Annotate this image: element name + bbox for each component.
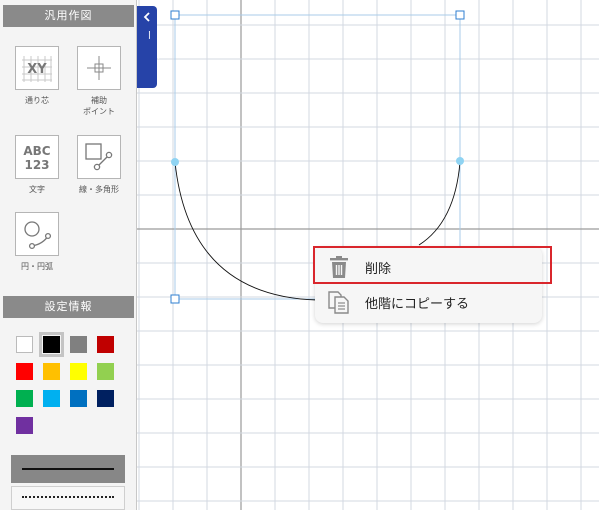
xy-grid-icon[interactable]: XY xyxy=(15,46,59,90)
selection-handle-top-left[interactable] xyxy=(170,10,180,20)
color-swatch[interactable] xyxy=(16,390,33,407)
arc-endpoint-left[interactable] xyxy=(171,158,179,166)
solid-line-preview xyxy=(22,468,114,470)
tool-grid-axis[interactable]: XY 通り芯 xyxy=(7,46,67,106)
dotted-line-preview xyxy=(22,496,114,498)
tool-text[interactable]: ABC 123 文字 xyxy=(7,135,67,195)
color-swatch[interactable] xyxy=(97,363,114,380)
color-swatch[interactable] xyxy=(70,336,87,353)
context-menu-copy-to-floor[interactable]: 他階にコピーする xyxy=(315,285,542,319)
copy-document-icon xyxy=(327,290,351,314)
app-window: 汎用作図 XY 通り芯 補助 ポイント ABC 123 文字 線・多角形 円・円… xyxy=(0,0,599,510)
tool-panel: 汎用作図 XY 通り芯 補助 ポイント ABC 123 文字 線・多角形 円・円… xyxy=(0,0,137,510)
tool-text-label: 文字 xyxy=(29,185,45,194)
tool-circle-arc[interactable]: 円・円弧 xyxy=(7,212,67,272)
selection-handle-top-right[interactable] xyxy=(455,10,465,20)
line-style-dotted[interactable] xyxy=(11,486,125,510)
color-swatch[interactable] xyxy=(16,336,33,353)
delete-highlight-frame xyxy=(313,246,552,284)
123-icon-text: 123 xyxy=(24,158,49,172)
settings-header: 設定情報 xyxy=(3,296,134,318)
tool-grid-axis-label: 通り芯 xyxy=(25,96,49,105)
line-style-solid[interactable] xyxy=(11,455,125,483)
crosshair-point-icon[interactable] xyxy=(77,46,121,90)
tool-auxiliary-point-label: 補助 ポイント xyxy=(83,96,115,116)
color-swatch[interactable] xyxy=(39,332,64,357)
xy-icon-text: XY xyxy=(27,62,47,77)
selection-handle-bottom-left[interactable] xyxy=(170,294,180,304)
abc-icon-text: ABC xyxy=(23,144,50,158)
tool-line-polygon-label: 線・多角形 xyxy=(79,185,119,194)
color-swatch[interactable] xyxy=(70,363,87,380)
input-menu-tab[interactable]: 入力メニュー xyxy=(137,6,165,88)
tool-line-polygon[interactable]: 線・多角形 xyxy=(69,135,129,195)
color-swatch[interactable] xyxy=(43,363,60,380)
color-swatch[interactable] xyxy=(70,390,87,407)
tool-auxiliary-point[interactable]: 補助 ポイント xyxy=(69,46,129,117)
color-swatch[interactable] xyxy=(97,390,114,407)
circle-arc-icon[interactable] xyxy=(15,212,59,256)
chevron-left-icon xyxy=(143,12,150,22)
line-polygon-icon[interactable] xyxy=(77,135,121,179)
color-swatch[interactable] xyxy=(43,390,60,407)
context-menu-copy-label: 他階にコピーする xyxy=(365,296,470,312)
arc-endpoint-right[interactable] xyxy=(456,157,464,165)
text-abc-icon[interactable]: ABC 123 xyxy=(15,135,59,179)
general-drawing-header: 汎用作図 xyxy=(3,5,134,27)
color-swatch[interactable] xyxy=(16,417,33,434)
input-menu-label: 入力メニュー xyxy=(142,30,165,80)
tool-circle-arc-label: 円・円弧 xyxy=(21,262,53,271)
color-swatch[interactable] xyxy=(97,336,114,353)
color-swatch[interactable] xyxy=(16,363,33,380)
